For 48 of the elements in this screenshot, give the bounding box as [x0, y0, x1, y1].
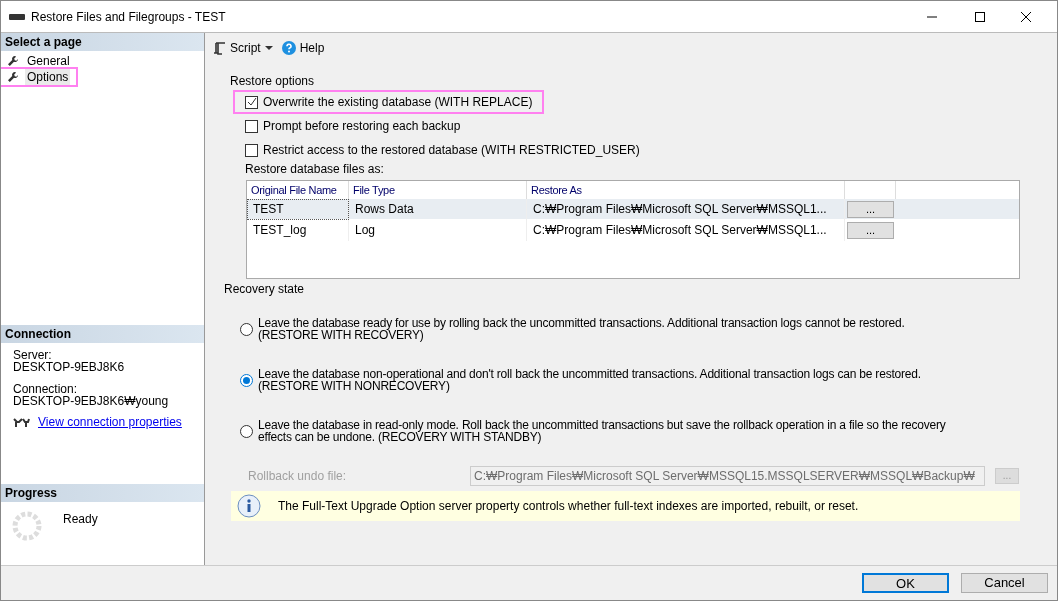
table-cell: TEST_log: [247, 219, 349, 241]
table-cell: C:₩Program Files₩Microsoft SQL Server₩MSSQL1...: [527, 219, 845, 241]
checkbox[interactable]: [245, 143, 258, 157]
close-icon[interactable]: [1021, 11, 1031, 22]
window-icon: [9, 13, 25, 20]
info-message: The Full-Text Upgrade Option server property controls whether full-text indexes are imported, rebuilt, or reset.: [278, 498, 859, 515]
table-cell: TEST: [247, 198, 349, 220]
section-title: Recovery state: [224, 281, 306, 298]
connection-icon: [13, 417, 30, 427]
spinner-icon: [11, 510, 43, 542]
help-icon: [281, 41, 296, 55]
table-cell: Log: [349, 219, 527, 241]
section-header: Connection: [1, 325, 204, 343]
section-header: Progress: [1, 484, 204, 502]
dialog-button[interactable]: OK: [862, 573, 949, 593]
section-header: Select a page: [1, 33, 204, 51]
wrench-icon: [7, 55, 19, 67]
table-cell: C:₩Program Files₩Microsoft SQL Server₩MSSQL1...: [527, 198, 845, 220]
connection-link[interactable]: View connection properties: [38, 416, 182, 428]
script-button[interactable]: Script: [213, 39, 273, 57]
caret-icon: [264, 46, 273, 50]
window-title: Restore Files and Filegroups - TEST: [31, 8, 226, 26]
dialog-button[interactable]: Cancel: [961, 573, 1048, 593]
checkbox[interactable]: [245, 95, 258, 109]
progress-status: Ready: [63, 511, 98, 528]
checkbox-option[interactable]: Overwrite the existing database (WITH REPLACE): [235, 92, 543, 112]
radio-label: Leave the database in read-only mode. Roll back the uncommitted transactions but save the rollback operation in a file so the recovery effects can be undone. (RECOVERY WITH STANDBY): [258, 419, 946, 443]
section-title: Restore database files as:: [245, 161, 385, 178]
checkbox-option[interactable]: Prompt before restoring each backup: [235, 116, 471, 136]
table-cell: Rows Data: [349, 198, 527, 220]
wrench-icon: [7, 71, 19, 83]
radio-label: Leave the database non-operational and don't roll back the uncommitted transactions. Additional transaction logs can be restored. (RESTORE WITH NONRECOVERY): [258, 368, 921, 392]
browse-button[interactable]: ...: [847, 200, 894, 218]
maximize-icon[interactable]: [975, 11, 985, 22]
info-icon: [237, 494, 261, 518]
checkbox[interactable]: [245, 119, 258, 133]
script-icon: [213, 41, 226, 55]
checkbox-option[interactable]: Restrict access to the restored database (WITH RESTRICTED_USER): [235, 140, 650, 160]
server-name: DESKTOP-9EBJ8K6: [13, 361, 126, 373]
page-item[interactable]: General: [1, 53, 78, 69]
radio-label: Leave the database ready for use by rolling back the uncommitted transactions. Additional transaction logs cannot be restored. (RESTORE WITH RECOVERY): [258, 317, 905, 341]
section-title: Restore options: [230, 73, 316, 90]
browse-button[interactable]: ...: [847, 221, 894, 239]
server-label: Server:: [13, 349, 53, 361]
undo-file-label: Rollback undo file:: [248, 468, 348, 485]
connection-label: Connection:: [13, 383, 79, 395]
connection-name: DESKTOP-9EBJ8K6₩young: [13, 395, 170, 407]
help-button[interactable]: Help: [281, 39, 325, 57]
